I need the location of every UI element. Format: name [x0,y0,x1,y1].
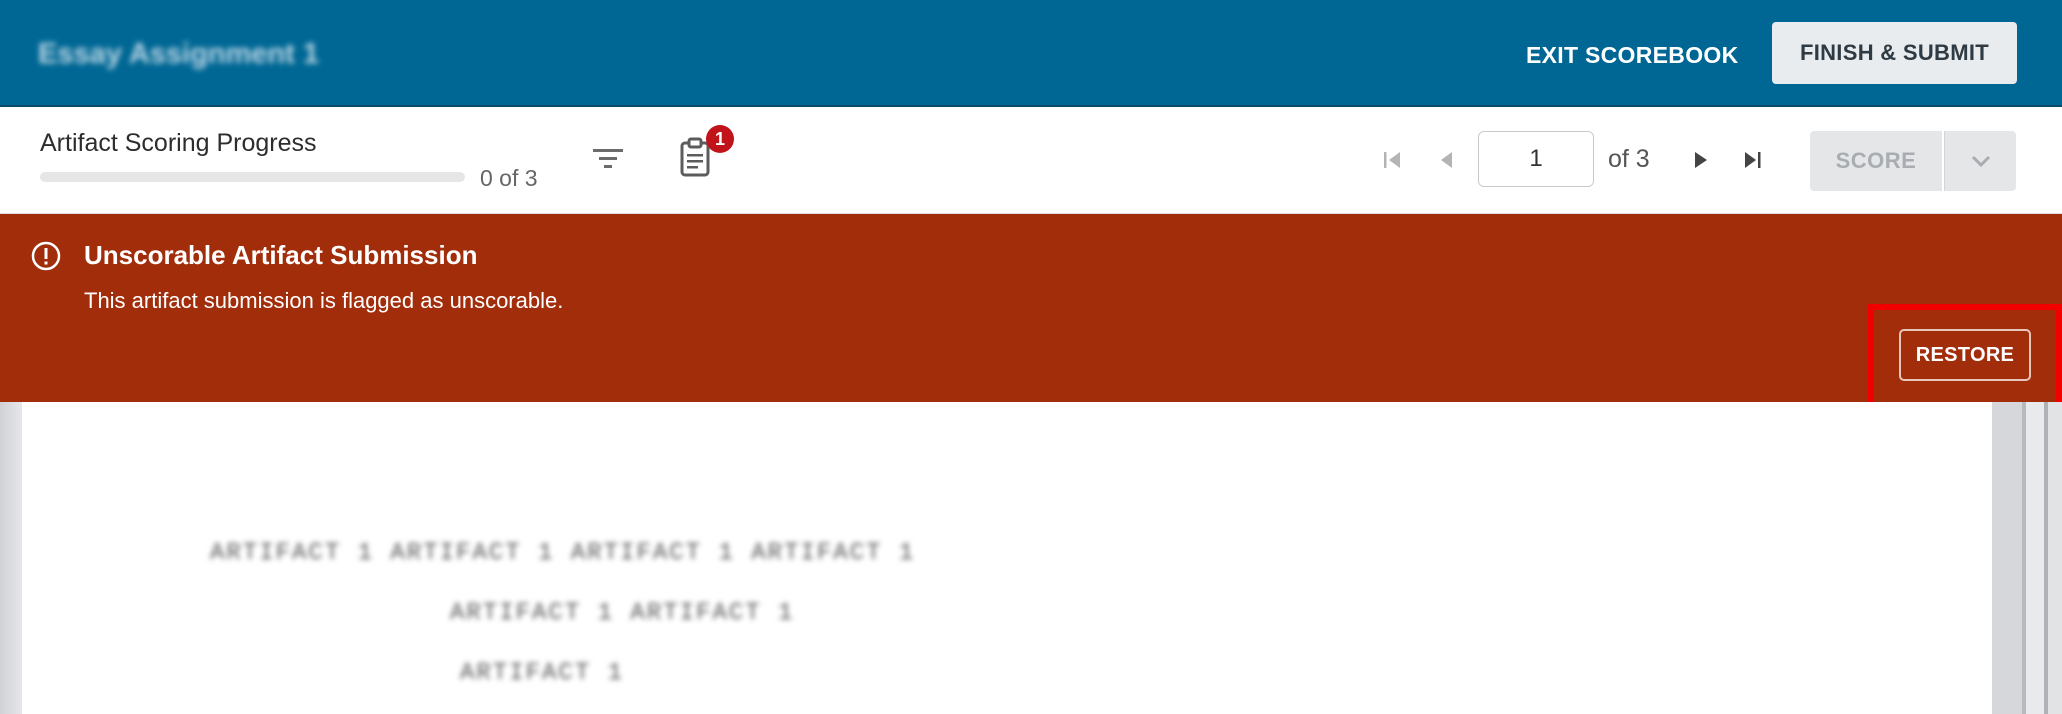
document-line: ARTIFACT 1 [460,660,625,687]
score-button[interactable]: SCORE [1810,131,1942,191]
first-page-icon[interactable] [1378,145,1408,175]
page-total: of 3 [1608,145,1650,173]
filter-icon[interactable] [590,143,626,175]
viewer-left-edge [0,402,22,714]
notification-badge: 1 [706,125,734,153]
alert-title: Unscorable Artifact Submission [84,240,478,270]
artifact-viewer: ARTIFACT 1 ARTIFACT 1 ARTIFACT 1 ARTIFAC… [22,402,1992,714]
scoring-toolbar: Artifact Scoring Progress 0 of 3 1 of 3 … [0,107,2062,214]
chevron-down-icon [1971,155,1991,168]
last-page-icon[interactable] [1738,145,1768,175]
unscorable-alert-banner: Unscorable Artifact Submission This arti… [0,214,2062,402]
progress-title: Artifact Scoring Progress [40,129,317,157]
restore-button[interactable]: RESTORE [1899,329,2031,381]
score-dropdown-button[interactable] [1944,131,2016,191]
progress-bar [40,172,465,182]
alert-circle-icon [31,241,61,271]
document-line: ARTIFACT 1 ARTIFACT 1 ARTIFACT 1 ARTIFAC… [210,540,916,567]
exit-scorebook-button[interactable]: EXIT SCOREBOOK [1526,38,1739,72]
finish-submit-button[interactable]: FINISH & SUBMIT [1772,22,2017,84]
next-page-icon[interactable] [1686,145,1716,175]
app-header: Essay Assignment 1 EXIT SCOREBOOK FINISH… [0,0,2062,107]
progress-count: 0 of 3 [480,165,538,191]
document-line: ARTIFACT 1 ARTIFACT 1 [450,600,795,627]
prev-page-icon[interactable] [1432,145,1462,175]
page-number-input[interactable] [1478,131,1594,187]
assignment-title: Essay Assignment 1 [38,38,319,70]
viewer-scrollbar[interactable] [1992,402,2062,714]
alert-message: This artifact submission is flagged as u… [84,288,564,313]
